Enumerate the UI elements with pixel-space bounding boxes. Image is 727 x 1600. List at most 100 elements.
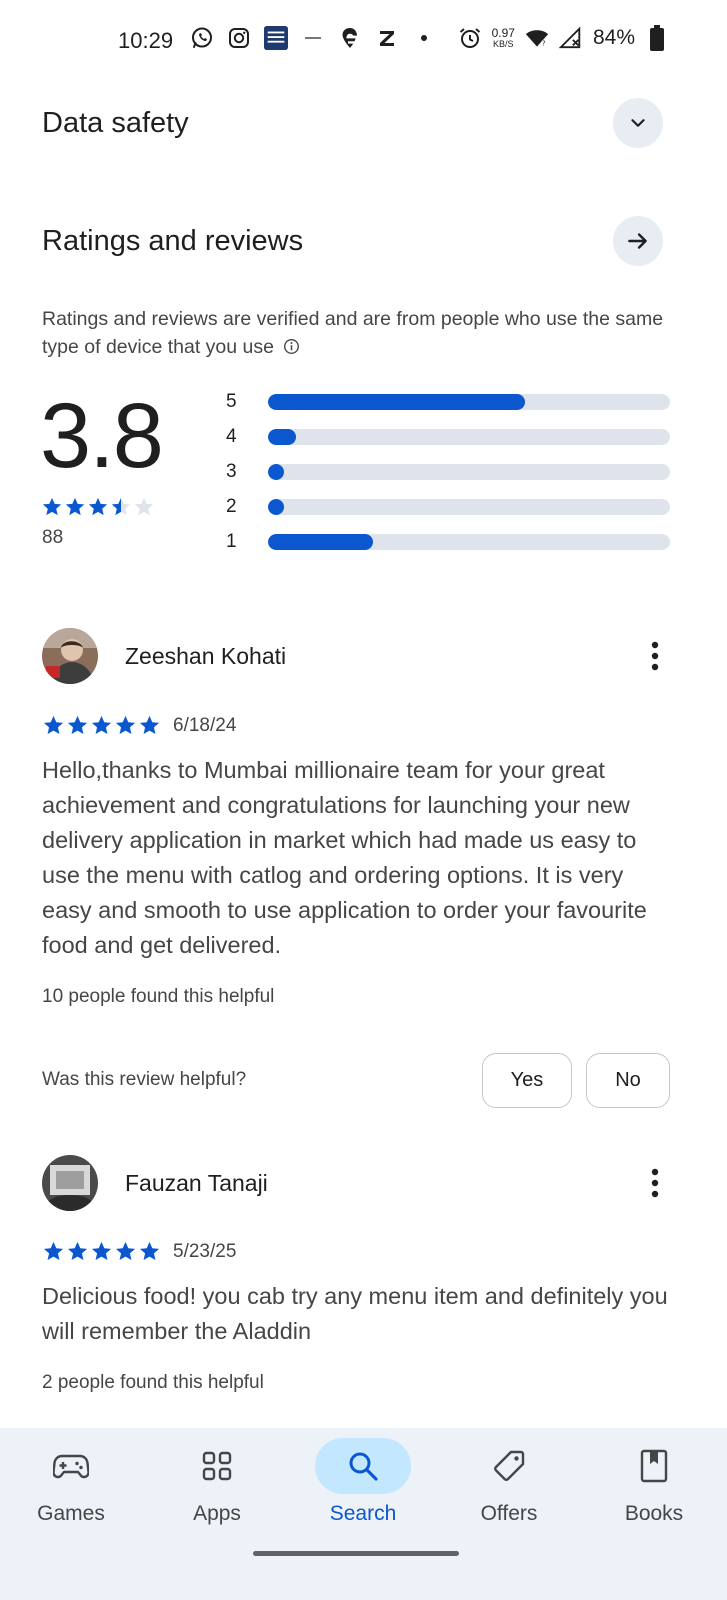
review-header: Fauzan Tanaji xyxy=(42,1155,667,1211)
nav-offers-icon-container xyxy=(461,1438,557,1494)
nav-offers[interactable]: Offers xyxy=(449,1438,569,1526)
gamepad-icon xyxy=(53,1454,89,1479)
rating-bar-fill xyxy=(268,464,285,480)
nav-games-icon-container xyxy=(23,1438,119,1494)
nav-search-icon-container xyxy=(315,1438,411,1494)
helpful-yes-button[interactable]: Yes xyxy=(482,1052,572,1108)
rating-bar-track xyxy=(268,394,670,410)
rating-bar-track xyxy=(268,534,670,550)
system-icons: 0.97 KB/S ? 84% xyxy=(458,25,669,51)
app-icon xyxy=(301,26,325,50)
signal-icon xyxy=(558,26,583,50)
star-icon xyxy=(67,715,88,735)
tag-icon xyxy=(494,1450,525,1481)
bottom-navigation: Games Apps Search Offers Books xyxy=(0,1428,727,1600)
ratings-reviews-section[interactable]: Ratings and reviews xyxy=(42,216,663,266)
apps-grid-icon xyxy=(202,1451,232,1481)
nav-games[interactable]: Games xyxy=(11,1438,131,1526)
star-icon xyxy=(139,715,160,735)
reviewer-name: Zeeshan Kohati xyxy=(125,642,287,669)
review-text: Hello,thanks to Mumbai millionaire team … xyxy=(42,757,647,958)
zomato-icon xyxy=(375,26,399,50)
alarm-icon xyxy=(458,26,482,50)
nav-games-label: Games xyxy=(37,1502,105,1525)
review-meta: 6/18/24 xyxy=(42,714,236,737)
review-date: 6/18/24 xyxy=(173,714,237,736)
rating-bar-row: 3 xyxy=(226,460,676,484)
helpful-no-button[interactable]: No xyxy=(586,1052,670,1108)
status-bar: 10:29 0.97 KB/S ? 84% xyxy=(0,0,727,84)
review-meta: 5/23/25 xyxy=(42,1240,236,1263)
star-icon xyxy=(42,497,62,516)
star-icon xyxy=(43,715,64,735)
avatar xyxy=(42,1155,98,1211)
rating-count: 88 xyxy=(42,527,64,548)
battery-icon xyxy=(645,25,669,51)
review-text: Delicious food! you cab try any menu ite… xyxy=(42,1283,668,1344)
stockedge-icon xyxy=(264,26,288,50)
more-vert-icon xyxy=(651,641,659,671)
star-icon xyxy=(91,715,112,735)
rating-bar-label: 3 xyxy=(226,461,237,482)
star-icon xyxy=(91,1241,112,1261)
rating-bar-track xyxy=(268,429,670,445)
star-icon xyxy=(67,1241,88,1261)
nav-search-label: Search xyxy=(329,1502,397,1525)
arrow-right-icon xyxy=(628,233,647,249)
instagram-icon xyxy=(227,26,251,50)
nav-apps-icon-container xyxy=(169,1438,265,1494)
battery-percentage: 84% xyxy=(592,26,635,49)
more-vert-icon xyxy=(651,1168,659,1198)
review-date: 5/23/25 xyxy=(173,1240,237,1262)
rating-bar-row: 2 xyxy=(226,495,676,519)
rating-bar-row: 1 xyxy=(226,530,676,554)
data-safety-title: Data safety xyxy=(42,106,189,139)
rating-bar-track xyxy=(268,464,670,480)
chevron-down-icon xyxy=(631,119,645,127)
review-helpful-count: 10 people found this helpful xyxy=(42,986,275,1007)
rating-bar-label: 1 xyxy=(226,531,237,552)
avatar xyxy=(42,628,98,684)
rating-bar-row: 5 xyxy=(226,390,676,414)
nav-apps[interactable]: Apps xyxy=(157,1438,277,1526)
ratings-reviews-open-button[interactable] xyxy=(613,216,663,266)
ratings-reviews-title: Ratings and reviews xyxy=(42,224,304,257)
rating-bar-fill xyxy=(268,499,285,515)
data-safety-expand-button[interactable] xyxy=(613,98,663,148)
review-header: Zeeshan Kohati xyxy=(42,628,667,684)
search-icon xyxy=(349,1452,378,1481)
whatsapp-icon xyxy=(190,26,214,50)
ratings-description: Ratings and reviews are verified and are… xyxy=(42,305,682,363)
review-helpful-count: 2 people found this helpful xyxy=(42,1372,264,1393)
star-icon xyxy=(115,1241,136,1261)
rating-bar-fill xyxy=(268,534,373,550)
svg-text:?: ? xyxy=(542,40,546,48)
swiggy-icon xyxy=(338,26,362,50)
ratings-description-text: Ratings and reviews are verified and are… xyxy=(42,308,664,358)
average-rating-stars xyxy=(41,496,155,518)
nav-apps-label: Apps xyxy=(193,1502,241,1525)
rating-bar-fill xyxy=(268,429,297,445)
home-indicator[interactable] xyxy=(253,1551,459,1556)
rating-bar-label: 4 xyxy=(226,426,237,447)
rating-bar-row: 4 xyxy=(226,425,676,449)
nav-books[interactable]: Books xyxy=(594,1438,714,1526)
star-icon xyxy=(111,497,131,516)
nav-books-icon-container xyxy=(606,1438,702,1494)
review-more-options-button[interactable] xyxy=(643,636,667,676)
network-speed-unit: KB/S xyxy=(493,39,514,49)
rating-bar-track xyxy=(268,499,670,515)
status-time: 10:29 xyxy=(118,28,174,53)
data-safety-section[interactable]: Data safety xyxy=(42,98,663,148)
review-more-options-button[interactable] xyxy=(643,1163,667,1203)
network-speed-value: 0.97 xyxy=(491,26,515,40)
network-speed: 0.97 KB/S xyxy=(492,27,515,49)
star-icon xyxy=(134,497,154,516)
nav-books-label: Books xyxy=(624,1502,684,1525)
rating-bar-fill xyxy=(268,394,526,410)
nav-search[interactable]: Search xyxy=(303,1438,423,1526)
average-rating: 3.8 xyxy=(40,385,164,487)
helpful-question: Was this review helpful? xyxy=(42,1069,247,1090)
info-icon[interactable] xyxy=(283,335,300,363)
rating-bar-label: 2 xyxy=(226,496,237,517)
